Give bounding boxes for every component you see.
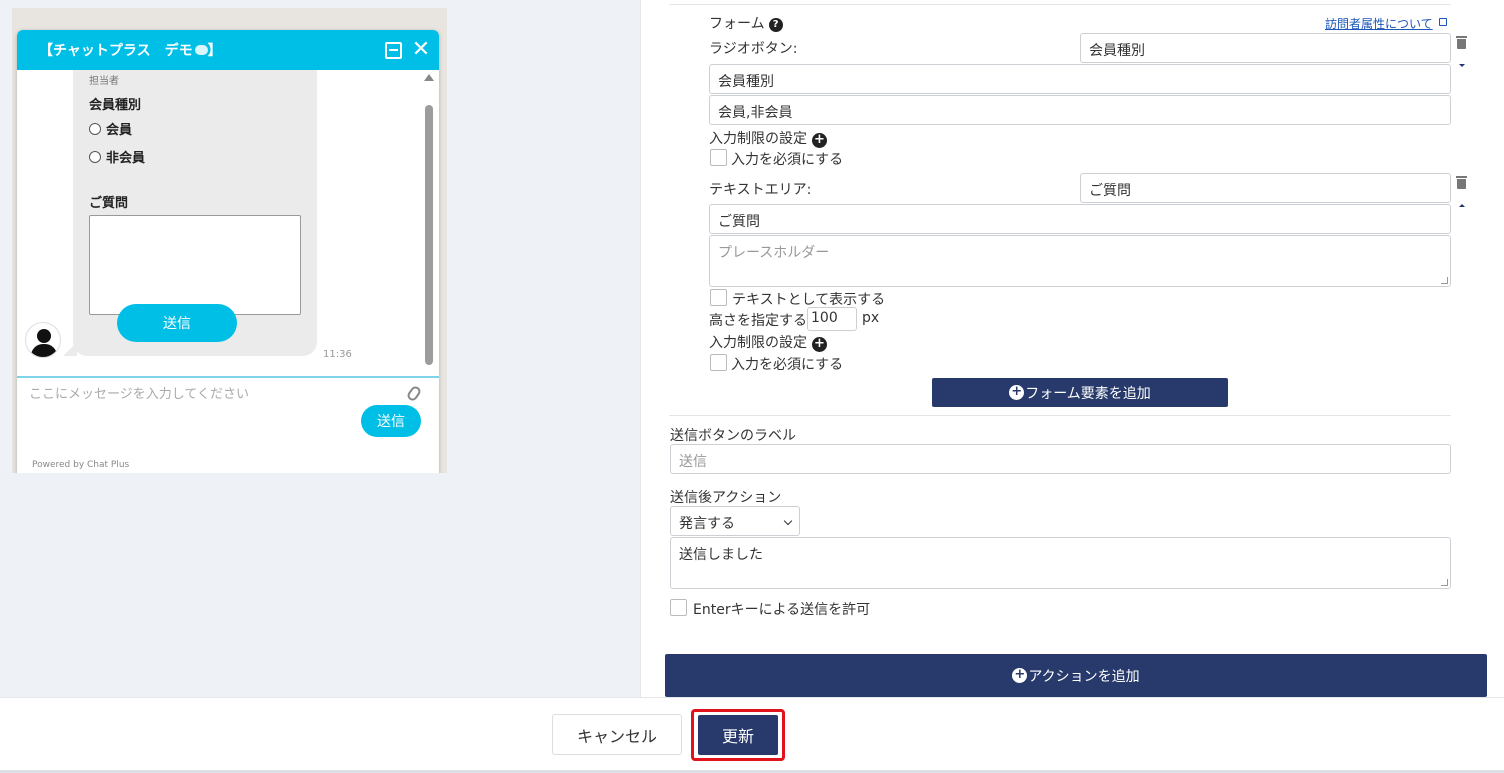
resize-grip[interactable] bbox=[1441, 277, 1448, 284]
add-action-button[interactable]: + アクションを追加 bbox=[665, 654, 1487, 697]
textarea-placeholder-input[interactable]: プレースホルダー bbox=[709, 235, 1451, 287]
chat-widget-title-text: 【チャットプラス デモ bbox=[39, 43, 193, 59]
radio-element-label: ラジオボタン: bbox=[709, 41, 798, 57]
avatar-head bbox=[37, 329, 51, 343]
chat-widget-title-bracket: 】 bbox=[207, 43, 222, 59]
question-textarea[interactable] bbox=[89, 215, 301, 315]
add-action-label: アクションを追加 bbox=[1028, 668, 1140, 685]
footer-bar: キャンセル 更新 bbox=[0, 697, 1504, 773]
chat-widget-header: 【チャットプラス デモ 】 ✕ bbox=[17, 30, 439, 70]
resize-grip[interactable] bbox=[1441, 579, 1448, 586]
question-label: ご質問 bbox=[89, 196, 129, 211]
radio-circle-icon bbox=[89, 122, 101, 135]
chevron-down-icon bbox=[783, 516, 793, 526]
enter-key-checkbox[interactable] bbox=[670, 599, 687, 616]
radio-restriction-setting[interactable]: 入力制限の設定 + bbox=[709, 128, 827, 148]
chat-send-button[interactable]: 送信 bbox=[361, 405, 421, 437]
preview-pane: 【チャットプラス デモ 】 ✕ 担当者 会員種別 会員 非会員 ご質問 送信 1… bbox=[0, 0, 640, 697]
form-section-label: フォーム? bbox=[709, 13, 783, 33]
add-form-element-label: フォーム要素を追加 bbox=[1025, 385, 1151, 402]
trash-lid bbox=[1456, 36, 1467, 38]
powered-by-text: Powered by Chat Plus bbox=[32, 460, 130, 470]
paperclip-icon[interactable] bbox=[405, 384, 423, 403]
avatar-shoulders bbox=[31, 344, 57, 357]
height-unit: px bbox=[862, 310, 880, 326]
move-up-icon[interactable] bbox=[1459, 204, 1465, 207]
chat-widget: 【チャットプラス デモ 】 ✕ 担当者 会員種別 会員 非会員 ご質問 送信 1… bbox=[17, 30, 439, 473]
member-type-label: 会員種別 bbox=[89, 98, 142, 113]
after-action-message-text: 送信しました bbox=[679, 547, 763, 563]
scroll-up-icon[interactable] bbox=[424, 74, 434, 81]
settings-pane: フォーム? 訪問者属性について ラジオボタン: 会員種別 会員種別 会員,非会員… bbox=[641, 0, 1504, 697]
radio-option-label: 非会員 bbox=[106, 151, 146, 166]
message-timestamp: 11:36 bbox=[323, 349, 352, 360]
chat-message-area: 担当者 会員種別 会員 非会員 ご質問 送信 11:36 bbox=[17, 70, 439, 376]
show-as-text-checkbox[interactable] bbox=[710, 289, 727, 306]
external-link-icon bbox=[1439, 18, 1447, 26]
help-icon[interactable]: ? bbox=[768, 18, 783, 32]
chat-preview-frame: 【チャットプラス デモ 】 ✕ 担当者 会員種別 会員 非会員 ご質問 送信 1… bbox=[12, 8, 447, 473]
trash-lid bbox=[1456, 176, 1467, 178]
section-divider bbox=[669, 415, 1451, 416]
textarea-restriction-setting[interactable]: 入力制限の設定 + bbox=[709, 332, 827, 352]
after-action-select[interactable]: 発言する bbox=[670, 506, 800, 536]
update-button[interactable]: 更新 bbox=[698, 715, 778, 755]
after-action-message[interactable]: 送信しました bbox=[670, 537, 1451, 589]
trash-icon[interactable] bbox=[1456, 36, 1467, 49]
enter-key-label: Enterキーによる送信を許可 bbox=[693, 602, 871, 618]
height-input[interactable]: 100 bbox=[807, 307, 857, 331]
minimize-icon bbox=[384, 41, 402, 59]
placeholder-text: プレースホルダー bbox=[718, 245, 830, 261]
minimize-button[interactable] bbox=[383, 40, 403, 60]
message-input[interactable]: ここにメッセージを入力してください bbox=[29, 383, 249, 402]
radio-title-input[interactable]: 会員種別 bbox=[709, 64, 1451, 94]
radio-option-member[interactable]: 会員 bbox=[89, 119, 301, 138]
radio-name-input[interactable]: 会員種別 bbox=[1080, 33, 1451, 63]
show-as-text-label: テキストとして表示する bbox=[732, 292, 886, 308]
radio-option-non-member[interactable]: 非会員 bbox=[89, 147, 301, 166]
cancel-button[interactable]: キャンセル bbox=[552, 714, 682, 755]
after-action-title: 送信後アクション bbox=[670, 490, 782, 506]
submit-label-input[interactable]: 送信 bbox=[670, 444, 1451, 474]
trash-bin bbox=[1457, 179, 1466, 189]
add-form-element-button[interactable]: + フォーム要素を追加 bbox=[932, 378, 1228, 407]
restriction-label: 入力制限の設定 bbox=[709, 335, 807, 351]
form-section-text: フォーム bbox=[709, 16, 765, 32]
textarea-element-label: テキストエリア: bbox=[709, 182, 812, 198]
scroll-thumb[interactable] bbox=[425, 105, 433, 365]
textarea-name-input[interactable]: ご質問 bbox=[1080, 173, 1451, 203]
move-down-icon[interactable] bbox=[1459, 64, 1465, 67]
radio-option-label: 会員 bbox=[106, 123, 133, 138]
top-divider bbox=[669, 4, 1451, 5]
plus-circle-icon[interactable]: + bbox=[812, 337, 827, 352]
close-button[interactable]: ✕ bbox=[411, 37, 431, 62]
bubble-tail bbox=[63, 342, 77, 356]
submit-label-title: 送信ボタンのラベル bbox=[670, 428, 796, 444]
restriction-label: 入力制限の設定 bbox=[709, 131, 807, 147]
staff-label: 担当者 bbox=[89, 76, 119, 87]
radio-required-checkbox[interactable] bbox=[710, 149, 727, 166]
form-send-button[interactable]: 送信 bbox=[117, 304, 237, 342]
speech-bubble-icon bbox=[194, 45, 208, 55]
trash-icon[interactable] bbox=[1456, 176, 1467, 189]
textarea-required-label: 入力を必須にする bbox=[731, 357, 844, 373]
radio-circle-icon bbox=[89, 150, 101, 163]
visitor-attr-link[interactable]: 訪問者属性について bbox=[1325, 15, 1433, 32]
agent-avatar bbox=[25, 322, 61, 358]
textarea-title-input[interactable]: ご質問 bbox=[709, 204, 1451, 234]
plus-circle-icon[interactable]: + bbox=[812, 133, 827, 148]
trash-bin bbox=[1457, 39, 1466, 49]
radio-options-input[interactable]: 会員,非会員 bbox=[709, 95, 1451, 125]
radio-required-label: 入力を必須にする bbox=[731, 152, 844, 168]
chat-input-area: ここにメッセージを入力してください 送信 Powered by Chat Plu… bbox=[17, 376, 439, 473]
textarea-required-checkbox[interactable] bbox=[710, 354, 727, 371]
after-action-selected: 発言する bbox=[679, 516, 735, 532]
height-label: 高さを指定する bbox=[709, 313, 807, 329]
chat-widget-title: 【チャットプラス デモ 】 bbox=[39, 40, 383, 60]
chat-scrollbar[interactable] bbox=[423, 74, 435, 374]
plus-circle-icon: + bbox=[1012, 668, 1028, 683]
plus-circle-icon: + bbox=[1009, 385, 1025, 400]
close-icon: ✕ bbox=[411, 37, 431, 62]
